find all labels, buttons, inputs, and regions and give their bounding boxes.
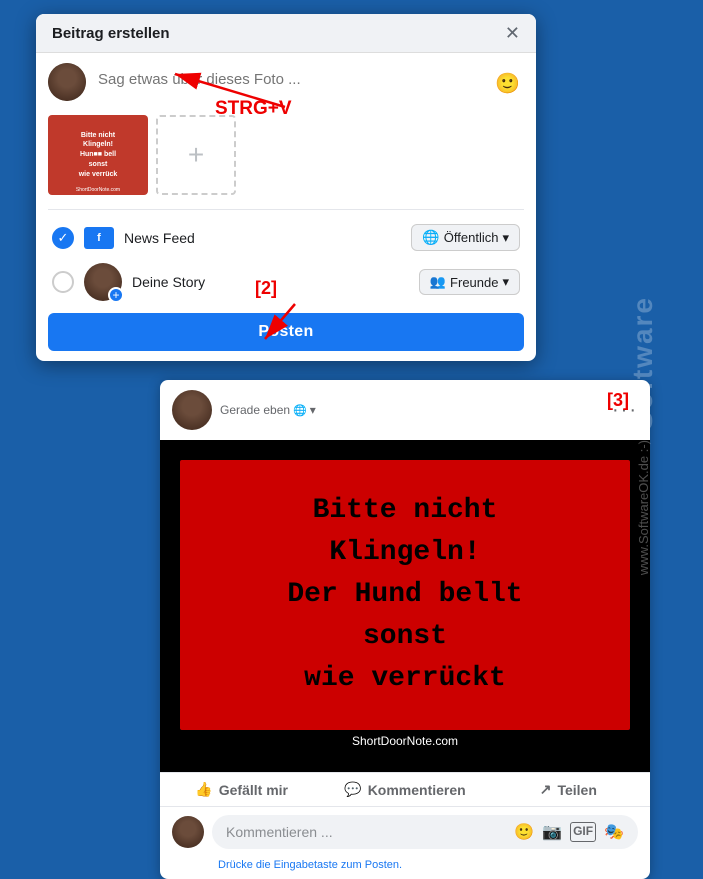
dialog-body: 🙂 Bitte nichtKlingeln!Hun■■ bellsonstwie… — [36, 53, 536, 361]
comment-input-wrap[interactable]: Kommentieren ... 🙂 📷 GIF 🎭 — [212, 815, 638, 849]
posten-button[interactable]: Posten — [48, 313, 524, 351]
add-more-button[interactable]: + — [156, 115, 236, 195]
user-avatar — [48, 63, 86, 101]
post-image-line4: sonst — [200, 616, 610, 658]
dialog-header: Beitrag erstellen ✕ — [36, 14, 536, 53]
news-feed-label: News Feed — [124, 230, 195, 246]
post-more-button[interactable]: ··· — [612, 400, 638, 420]
like-icon: 👍 — [195, 781, 212, 798]
post-image-container: Bitte nicht Klingeln! Der Hund bellt son… — [160, 440, 650, 772]
news-feed-left: f News Feed — [52, 227, 195, 249]
preview-site: ShortDoorNote.com — [76, 187, 120, 193]
post-time: Gerade eben 🌐 ▾ — [220, 403, 316, 417]
preview-text: Bitte nichtKlingeln!Hun■■ bellsonstwie v… — [79, 131, 118, 180]
offentlich-dropdown[interactable]: 🌐 Öffentlich ▾ — [411, 224, 520, 251]
friends-icon: 👥 — [430, 274, 446, 290]
comment-hint: Drücke die Eingabetaste zum Posten. — [160, 857, 650, 879]
comment-area: Kommentieren ... 🙂 📷 GIF 🎭 — [160, 807, 650, 857]
post-header-left: Gerade eben 🌐 ▾ — [172, 390, 316, 430]
comment-avatar — [172, 816, 204, 848]
emoji-comment-icon[interactable]: 🙂 — [514, 822, 534, 842]
comment-icon: 💬 — [344, 781, 361, 798]
post-image-inner: Bitte nicht Klingeln! Der Hund bellt son… — [180, 460, 630, 752]
comment-icons: 🙂 📷 GIF 🎭 — [514, 822, 624, 842]
post-text-input[interactable] — [94, 63, 524, 96]
camera-comment-icon[interactable]: 📷 — [542, 822, 562, 842]
close-button[interactable]: ✕ — [505, 24, 520, 42]
post-header: Gerade eben 🌐 ▾ ··· — [160, 380, 650, 440]
post-card: Gerade eben 🌐 ▾ ··· Bitte nicht Klingeln… — [160, 380, 650, 879]
emoji-icon[interactable]: 🙂 — [495, 71, 520, 96]
post-image-line5: wie verrückt — [200, 658, 610, 700]
post-input-area: 🙂 — [48, 63, 524, 101]
post-avatar — [172, 390, 212, 430]
dialog-title: Beitrag erstellen — [52, 25, 170, 42]
story-avatar-wrap: + — [84, 263, 122, 301]
post-image-line1: Bitte nicht — [200, 490, 610, 532]
image-preview-thumbnail: Bitte nichtKlingeln!Hun■■ bellsonstwie v… — [48, 115, 148, 195]
comment-button[interactable]: 💬 Kommentieren — [323, 773, 486, 806]
create-post-dialog: Beitrag erstellen ✕ 🙂 Bitte nichtKlingel… — [36, 14, 536, 361]
gif-comment-icon[interactable]: GIF — [570, 822, 596, 842]
news-feed-checkbox[interactable] — [52, 227, 74, 249]
globe-icon: 🌐 — [422, 229, 439, 246]
post-meta: Gerade eben 🌐 ▾ — [220, 403, 316, 417]
share-destinations: f News Feed 🌐 Öffentlich ▾ + — [48, 209, 524, 307]
share-button[interactable]: ↗ Teilen — [487, 773, 650, 806]
story-plus-icon: + — [108, 287, 124, 303]
deine-story-row: + Deine Story 👥 Freunde ▾ — [48, 257, 524, 307]
story-radio[interactable] — [52, 271, 74, 293]
dropdown-icon[interactable]: ▾ — [310, 403, 316, 417]
share-icon: ↗ — [540, 781, 552, 798]
news-feed-row: f News Feed 🌐 Öffentlich ▾ — [48, 218, 524, 257]
story-left: + Deine Story — [52, 263, 205, 301]
news-feed-icon: f — [84, 227, 114, 249]
post-image-content: Bitte nicht Klingeln! Der Hund bellt son… — [180, 460, 630, 730]
post-image-line3: Der Hund bellt — [200, 574, 610, 616]
globe-icon: 🌐 — [293, 404, 307, 417]
post-actions: 👍 Gefällt mir 💬 Kommentieren ↗ Teilen — [160, 772, 650, 807]
like-button[interactable]: 👍 Gefällt mir — [160, 773, 323, 806]
post-image-site: ShortDoorNote.com — [180, 730, 630, 752]
freunde-dropdown[interactable]: 👥 Freunde ▾ — [419, 269, 520, 295]
post-image-line2: Klingeln! — [200, 532, 610, 574]
sticker-comment-icon[interactable]: 🎭 — [604, 822, 624, 842]
image-preview-area: Bitte nichtKlingeln!Hun■■ bellsonstwie v… — [48, 111, 524, 199]
comment-placeholder: Kommentieren ... — [226, 824, 333, 840]
deine-story-label: Deine Story — [132, 274, 205, 290]
